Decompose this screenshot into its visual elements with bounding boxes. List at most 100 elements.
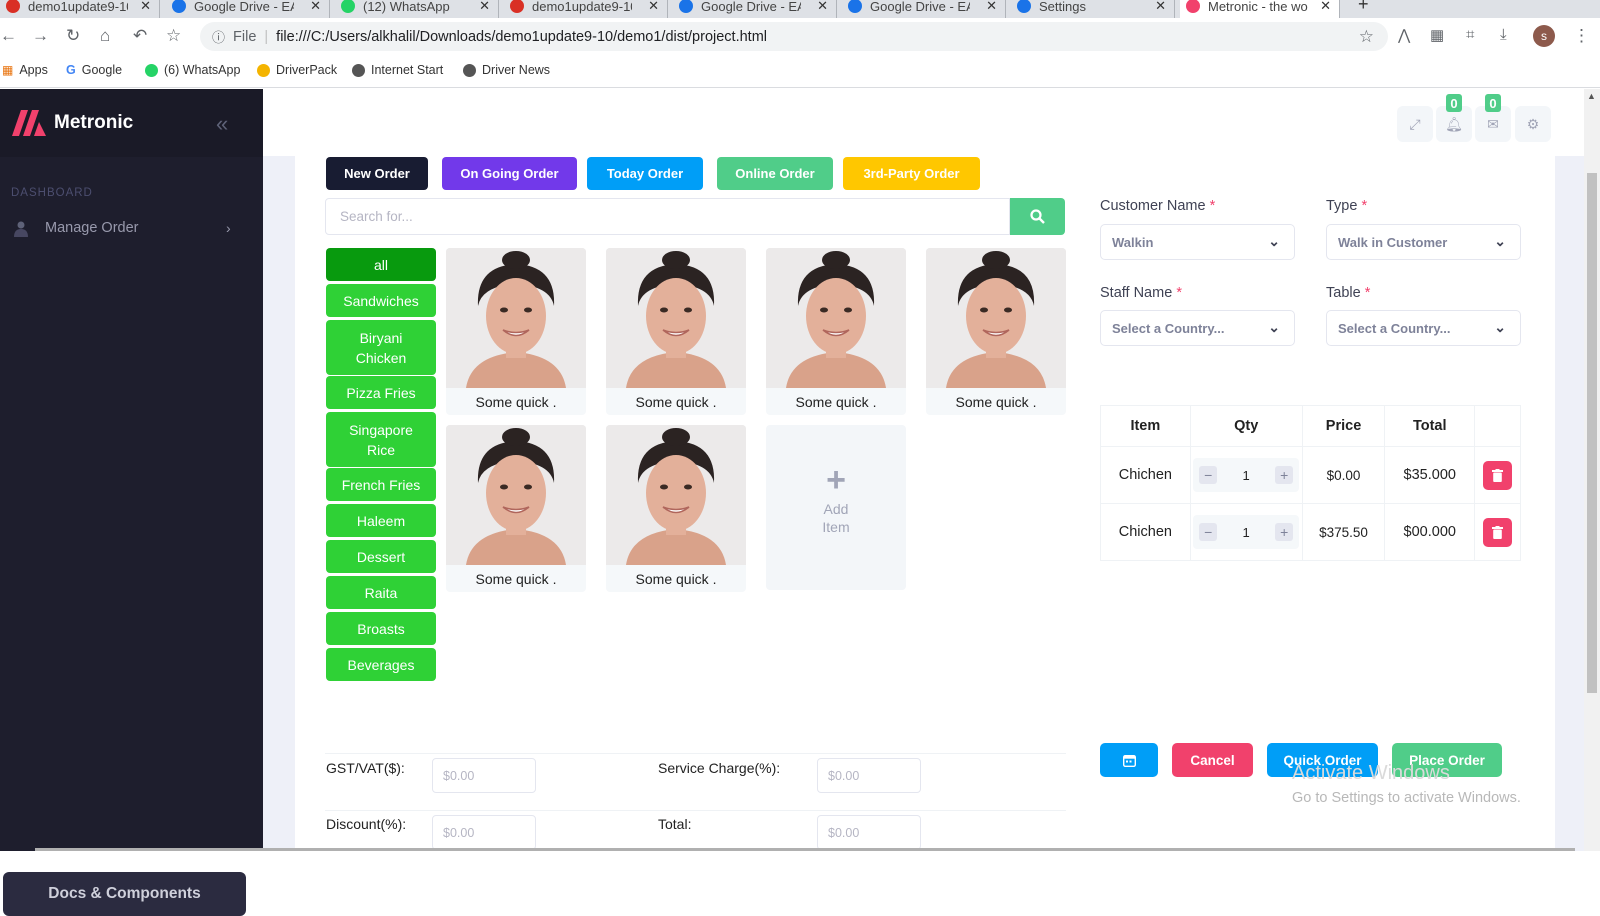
- new-order-button[interactable]: New Order: [326, 157, 428, 190]
- bookmark-whatsapp[interactable]: (6) WhatsApp: [145, 63, 240, 77]
- cancel-button[interactable]: Cancel: [1172, 743, 1253, 777]
- quantity-stepper: − 1 +: [1193, 515, 1300, 549]
- collapse-sidebar-icon[interactable]: «: [216, 111, 228, 137]
- docs-components-button[interactable]: Docs & Components: [3, 872, 246, 916]
- browser-tab[interactable]: Settings ✕: [1011, 0, 1175, 18]
- service-charge-input[interactable]: $0.00: [817, 758, 921, 793]
- product-card[interactable]: Some quick .: [446, 248, 586, 415]
- category-beverages[interactable]: Beverages: [326, 648, 436, 681]
- category-singapore-rice[interactable]: Singapore Rice: [326, 412, 436, 467]
- minus-icon[interactable]: −: [1199, 523, 1218, 541]
- ongoing-order-button[interactable]: On Going Order: [442, 157, 577, 190]
- undo-icon[interactable]: ↶: [133, 26, 147, 46]
- close-tab-icon[interactable]: ✕: [817, 0, 828, 14]
- tab-favicon-icon: [172, 0, 186, 13]
- profile-avatar[interactable]: s: [1533, 25, 1555, 47]
- close-tab-icon[interactable]: ✕: [986, 0, 997, 14]
- category-raita[interactable]: Raita: [326, 576, 436, 609]
- sidebar-item-manage-order[interactable]: Manage Order ›: [0, 211, 263, 245]
- staff-name-select[interactable]: Select a Country... ⌄: [1100, 310, 1295, 346]
- customer-name-select[interactable]: Walkin ⌄: [1100, 224, 1295, 260]
- browser-tab[interactable]: Google Drive - EAS✕: [166, 0, 330, 18]
- browser-tab[interactable]: demo1update9-10 ✕: [504, 0, 668, 18]
- table-select[interactable]: Select a Country... ⌄: [1326, 310, 1521, 346]
- sidebar-logo[interactable]: Metronic «: [0, 89, 263, 157]
- product-card[interactable]: Some quick .: [926, 248, 1066, 415]
- forward-icon[interactable]: →: [32, 26, 49, 46]
- scrollbar-thumb[interactable]: [1587, 173, 1597, 693]
- reload-icon[interactable]: ↻: [66, 26, 80, 46]
- action-cell: [1474, 503, 1521, 561]
- close-tab-icon[interactable]: ✕: [310, 0, 321, 14]
- search-input[interactable]: Search for...: [325, 198, 1010, 235]
- totals-panel: GST/VAT($): $0.00 Service Charge(%): $0.…: [325, 753, 1066, 851]
- close-tab-icon[interactable]: ✕: [1320, 0, 1331, 14]
- product-photo: [446, 248, 586, 388]
- category-haleem[interactable]: Haleem: [326, 504, 436, 537]
- extension-icon[interactable]: ⋀: [1398, 26, 1410, 44]
- qty-cell: − 1 +: [1189, 446, 1303, 504]
- new-tab-icon[interactable]: +: [1358, 0, 1369, 15]
- category-dessert[interactable]: Dessert: [326, 540, 436, 573]
- extensions-grid-icon[interactable]: ▦: [1430, 26, 1444, 44]
- browser-tab[interactable]: Google Drive - EAS✕: [673, 0, 837, 18]
- bookmark-google[interactable]: G Google: [66, 63, 122, 77]
- close-tab-icon[interactable]: ✕: [1155, 0, 1166, 14]
- search-button[interactable]: [1010, 198, 1065, 235]
- plus-icon[interactable]: +: [1275, 466, 1294, 484]
- category-biryani-chicken[interactable]: Biryani Chicken: [326, 320, 436, 375]
- gst-input[interactable]: $0.00: [432, 758, 536, 793]
- bookmark-internet-start[interactable]: Internet Start: [352, 63, 443, 77]
- bookmark-driverpack[interactable]: DriverPack: [257, 63, 337, 77]
- delete-button[interactable]: [1483, 517, 1513, 547]
- chevron-down-icon: ⌄: [1494, 319, 1506, 335]
- messages-button[interactable]: 0 ✉: [1475, 94, 1511, 142]
- product-card[interactable]: Some quick .: [606, 425, 746, 592]
- address-bar[interactable]: ⓘ File | file:///C:/Users/alkhalil/Downl…: [200, 22, 1388, 51]
- bookmark-star-icon[interactable]: ☆: [166, 26, 181, 46]
- crop-icon[interactable]: ⌗: [1466, 26, 1474, 43]
- online-order-button[interactable]: Online Order: [717, 157, 833, 190]
- browser-tab[interactable]: (12) WhatsApp ✕: [335, 0, 499, 18]
- category-broasts[interactable]: Broasts: [326, 612, 436, 645]
- windows-watermark-title: Activate Windows: [1292, 762, 1450, 784]
- browser-tab[interactable]: demo1update9-10 ✕: [0, 0, 160, 18]
- fullscreen-button[interactable]: ⤢: [1397, 106, 1433, 142]
- download-icon[interactable]: ⤓: [1500, 26, 1507, 43]
- close-tab-icon[interactable]: ✕: [479, 0, 490, 14]
- product-card[interactable]: Some quick .: [766, 248, 906, 415]
- star-icon[interactable]: ☆: [1359, 27, 1374, 47]
- discount-input[interactable]: $0.00: [432, 815, 536, 850]
- bookmark-driver-news[interactable]: Driver News: [463, 63, 550, 77]
- add-item-card[interactable]: + Add Item: [766, 425, 906, 590]
- close-tab-icon[interactable]: ✕: [648, 0, 659, 14]
- close-tab-icon[interactable]: ✕: [140, 0, 151, 14]
- settings-button[interactable]: ⚙: [1515, 106, 1551, 142]
- plus-icon[interactable]: +: [1275, 523, 1294, 541]
- category-sandwiches[interactable]: Sandwiches: [326, 284, 436, 317]
- tab-favicon-icon: [510, 0, 524, 13]
- third-party-order-button[interactable]: 3rd-Party Order: [843, 157, 980, 190]
- category-pizza-fries[interactable]: Pizza Fries: [326, 376, 436, 409]
- category-french-fries[interactable]: French Fries: [326, 468, 436, 501]
- notification-badge: 0: [1446, 94, 1462, 112]
- delete-button[interactable]: [1483, 460, 1513, 490]
- bookmark-apps[interactable]: ▦ Apps: [2, 63, 48, 77]
- category-all[interactable]: all: [326, 248, 436, 281]
- total-input[interactable]: $0.00: [817, 815, 921, 850]
- product-photo: [446, 425, 586, 565]
- menu-kebab-icon[interactable]: ⋮: [1573, 26, 1590, 46]
- type-select[interactable]: Walk in Customer ⌄: [1326, 224, 1521, 260]
- product-card[interactable]: Some quick .: [606, 248, 746, 415]
- notifications-button[interactable]: 0 🔔︎: [1436, 94, 1472, 142]
- today-order-button[interactable]: Today Order: [587, 157, 703, 190]
- calendar-button[interactable]: [1100, 743, 1158, 777]
- product-card[interactable]: Some quick .: [446, 425, 586, 592]
- browser-tab-active[interactable]: Metronic - the wo ✕: [1180, 0, 1340, 18]
- home-icon[interactable]: ⌂: [100, 26, 110, 46]
- vertical-scrollbar[interactable]: ▲: [1584, 89, 1600, 851]
- browser-tab[interactable]: Google Drive - EAS✕: [842, 0, 1006, 18]
- scroll-up-icon[interactable]: ▲: [1587, 91, 1596, 101]
- minus-icon[interactable]: −: [1199, 466, 1218, 484]
- back-icon[interactable]: ←: [0, 26, 17, 46]
